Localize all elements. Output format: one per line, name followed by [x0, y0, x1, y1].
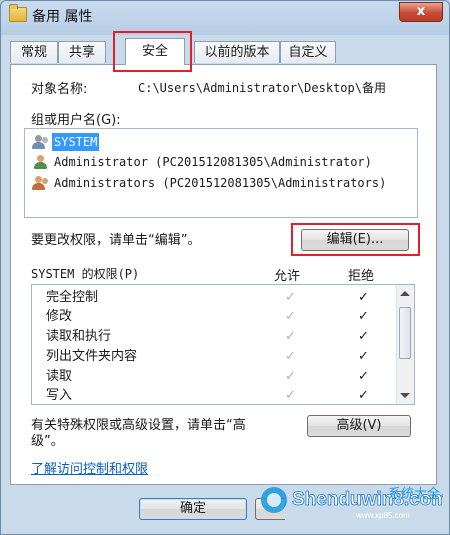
user-name: SYSTEM	[52, 133, 100, 151]
tab-customize[interactable]: 自定义	[280, 41, 336, 63]
allow-checkbox[interactable]: ✓	[285, 289, 296, 307]
tab-security[interactable]: 安全	[125, 38, 185, 65]
advanced-button[interactable]: 高级(V)	[307, 415, 411, 437]
permissions-scrollbar[interactable]	[396, 285, 414, 404]
allow-checkbox[interactable]: ✓	[285, 348, 296, 366]
user-name: Administrator (PC201512081305\Administra…	[54, 155, 372, 169]
ok-button[interactable]: 确定	[139, 498, 247, 520]
folder-icon	[9, 4, 27, 22]
tab-general[interactable]: 常规	[10, 41, 58, 63]
permission-row: 完全控制 ✓ ✓	[32, 289, 396, 307]
permission-row: 修改 ✓ ✓	[32, 308, 396, 326]
allow-header: 允许	[274, 269, 301, 284]
deny-checkbox[interactable]: ✓	[358, 348, 369, 366]
users-icon	[32, 134, 50, 150]
learn-access-control-link[interactable]: 了解访问控制和权限	[31, 458, 148, 477]
special-permissions-text-line2: 级”。	[31, 434, 64, 449]
users-icon	[32, 175, 50, 191]
permission-row: 列出文件夹内容 ✓ ✓	[32, 348, 396, 366]
object-name-value: C:\Users\Administrator\Desktop\备用	[138, 81, 386, 95]
watermark-logo: Shenduwin8.com www.xp85.com 系统大全	[258, 484, 449, 522]
scroll-down-icon[interactable]	[400, 393, 410, 398]
deny-header: 拒绝	[348, 269, 375, 284]
watermark-cn-text: 系统大全	[388, 486, 440, 502]
tab-previous-versions[interactable]: 以前的版本	[194, 41, 280, 63]
allow-checkbox[interactable]: ✓	[285, 328, 296, 346]
deny-checkbox[interactable]: ✓	[358, 368, 369, 386]
permission-name: 完全控制	[46, 290, 99, 305]
scroll-up-icon[interactable]	[400, 291, 410, 296]
deny-checkbox[interactable]: ✓	[358, 328, 369, 346]
user-list[interactable]: SYSTEM Administrator (PC201512081305\Adm…	[24, 128, 418, 218]
object-name-label: 对象名称:	[31, 82, 88, 97]
permission-row: 读取 ✓ ✓	[32, 368, 396, 386]
watermark-url-text: www.xp85.com	[355, 511, 410, 520]
tab-sharing[interactable]: 共享	[58, 41, 106, 63]
permission-row: 写入 ✓ ✓	[32, 387, 396, 404]
permission-name: 读取	[46, 369, 73, 384]
edit-button[interactable]: 编辑(E)...	[301, 229, 409, 251]
deny-checkbox[interactable]: ✓	[358, 308, 369, 326]
permission-name: 写入	[46, 388, 73, 403]
permission-name: 读取和执行	[46, 329, 112, 344]
title-bar[interactable]: 备用 属性 x	[1, 1, 449, 29]
allow-checkbox[interactable]: ✓	[285, 308, 296, 326]
permission-name: 修改	[46, 309, 73, 324]
permissions-title: SYSTEM 的权限(P)	[31, 267, 140, 281]
deny-checkbox[interactable]: ✓	[358, 387, 369, 404]
groups-label: 组或用户名(G):	[31, 113, 121, 128]
change-permissions-prompt: 要更改权限，请单击“编辑”。	[31, 233, 201, 248]
properties-window: 备用 属性 x 常规 共享 安全 以前的版本 自定义 对象名称: C:\User…	[0, 0, 450, 535]
permissions-list[interactable]: 完全控制 ✓ ✓ 修改 ✓ ✓ 读取和执行 ✓ ✓ 列出文件夹内容 ✓ ✓ 读取…	[31, 284, 415, 405]
permission-name: 列出文件夹内容	[46, 349, 138, 364]
allow-checkbox[interactable]: ✓	[285, 368, 296, 386]
allow-checkbox[interactable]: ✓	[285, 387, 296, 404]
user-icon	[32, 154, 50, 170]
window-title: 备用 属性	[32, 9, 93, 25]
user-name: Administrators (PC201512081305\Administr…	[54, 176, 387, 190]
permission-row: 读取和执行 ✓ ✓	[32, 328, 396, 346]
deny-checkbox[interactable]: ✓	[358, 289, 369, 307]
close-button[interactable]: x	[399, 2, 443, 22]
scroll-thumb[interactable]	[399, 307, 411, 359]
